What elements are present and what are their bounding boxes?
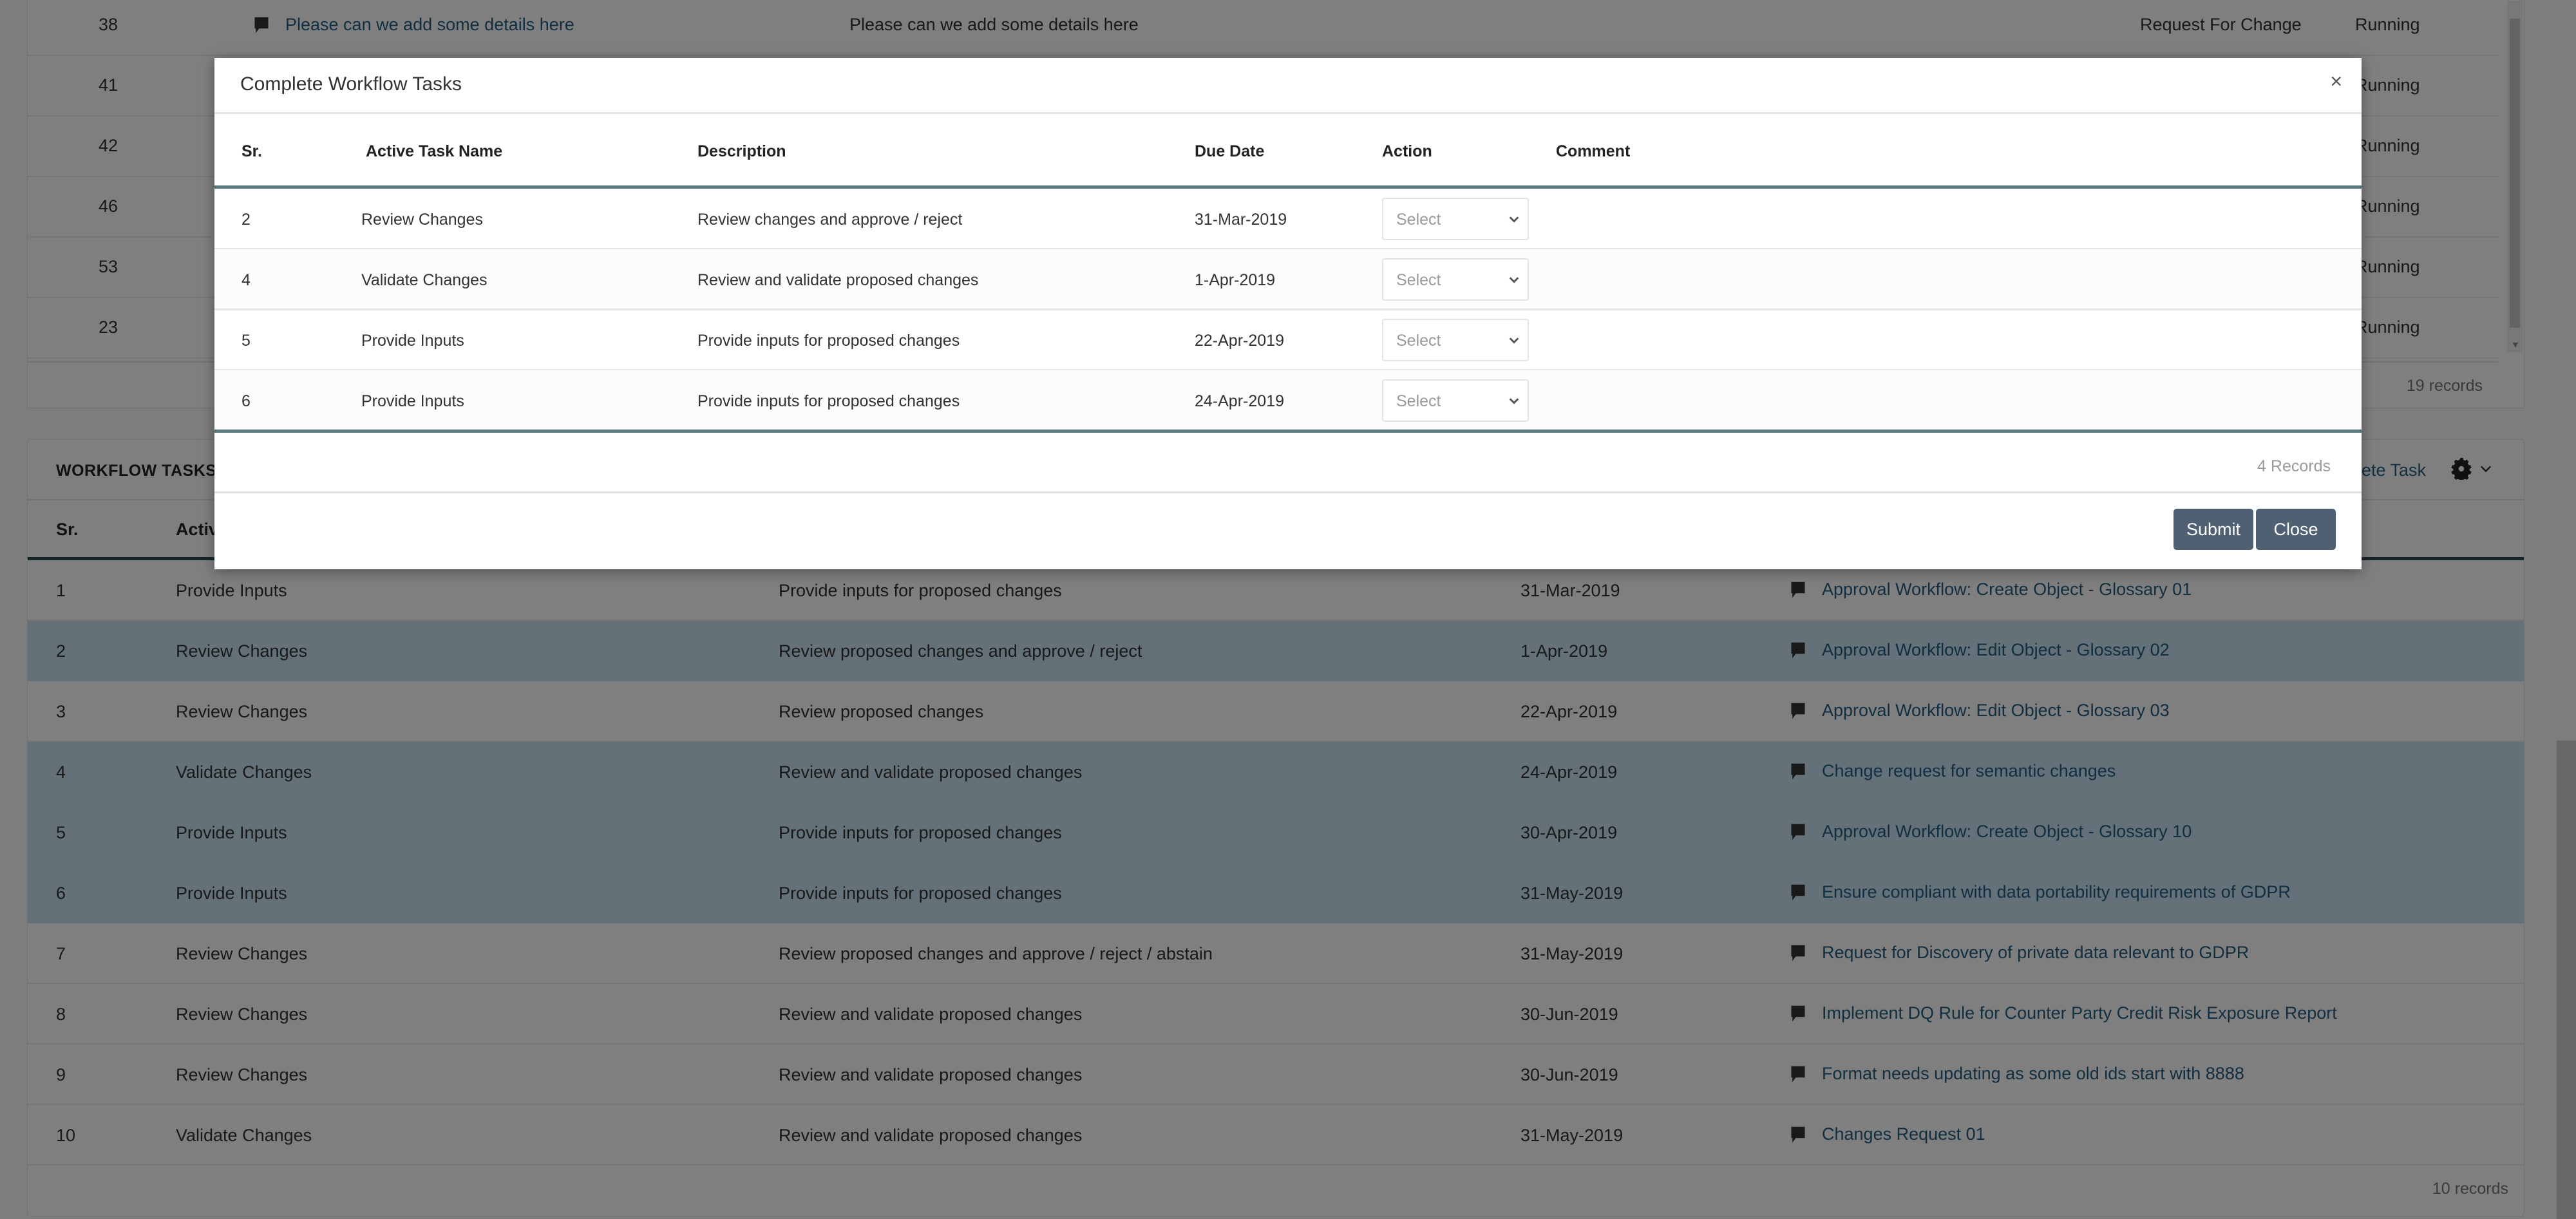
action-select[interactable]: Select — [1382, 198, 1529, 240]
task-name: Review Changes — [361, 211, 483, 229]
footer-divider — [214, 491, 2362, 493]
chevron-down-icon — [1509, 277, 1519, 283]
action-select-value: Select — [1396, 271, 1441, 289]
task-name: Provide Inputs — [361, 332, 464, 350]
task-description: Provide inputs for proposed changes — [697, 392, 960, 410]
action-select[interactable]: Select — [1382, 258, 1529, 301]
modal-table-row: 4 Validate Changes Review and validate pro… — [214, 249, 2362, 310]
column-header-action: Action — [1382, 142, 1432, 160]
task-description: Review changes and approve / reject — [697, 211, 963, 229]
task-due-date: 24-Apr-2019 — [1195, 392, 1284, 410]
column-header-sr: Sr. — [242, 142, 262, 160]
modal-table-row: 2 Review Changes Review changes and approv… — [214, 189, 2362, 250]
column-header-task-name: Active Task Name — [366, 142, 503, 160]
chevron-down-icon — [1509, 337, 1519, 344]
modal-table-row: 6 Provide Inputs Provide inputs for propos… — [214, 370, 2362, 433]
modal-title: Complete Workflow Tasks — [240, 73, 462, 95]
complete-workflow-tasks-modal: Complete Workflow Tasks × Sr. Active Tas… — [214, 58, 2362, 569]
modal-table-header: Sr. Active Task Name Description Due Dat… — [214, 114, 2362, 189]
action-select[interactable]: Select — [1382, 319, 1529, 361]
modal-table-row: 5 Provide Inputs Provide inputs for propos… — [214, 310, 2362, 371]
task-sr: 5 — [242, 332, 251, 350]
chevron-down-icon — [1509, 398, 1519, 404]
task-description: Provide inputs for proposed changes — [697, 332, 960, 350]
modal-header: Complete Workflow Tasks × — [214, 58, 2362, 114]
submit-button[interactable]: Submit — [2174, 509, 2253, 550]
action-select[interactable]: Select — [1382, 379, 1529, 422]
close-icon[interactable]: × — [2330, 71, 2342, 91]
column-header-due-date: Due Date — [1195, 142, 1265, 160]
task-name: Provide Inputs — [361, 392, 464, 410]
action-select-value: Select — [1396, 211, 1441, 229]
task-name: Validate Changes — [361, 271, 488, 289]
action-select-value: Select — [1396, 392, 1441, 410]
task-sr: 6 — [242, 392, 251, 410]
column-header-comment: Comment — [1556, 142, 1631, 160]
task-due-date: 31-Mar-2019 — [1195, 211, 1287, 229]
task-sr: 2 — [242, 211, 251, 229]
task-description: Review and validate proposed changes — [697, 271, 979, 289]
action-select-value: Select — [1396, 332, 1441, 350]
chevron-down-icon — [1509, 216, 1519, 223]
column-header-description: Description — [697, 142, 786, 160]
close-button[interactable]: Close — [2256, 509, 2336, 550]
task-due-date: 22-Apr-2019 — [1195, 332, 1284, 350]
task-sr: 4 — [242, 271, 251, 289]
modal-records-count: 4 Records — [2257, 457, 2331, 475]
task-due-date: 1-Apr-2019 — [1195, 271, 1276, 289]
